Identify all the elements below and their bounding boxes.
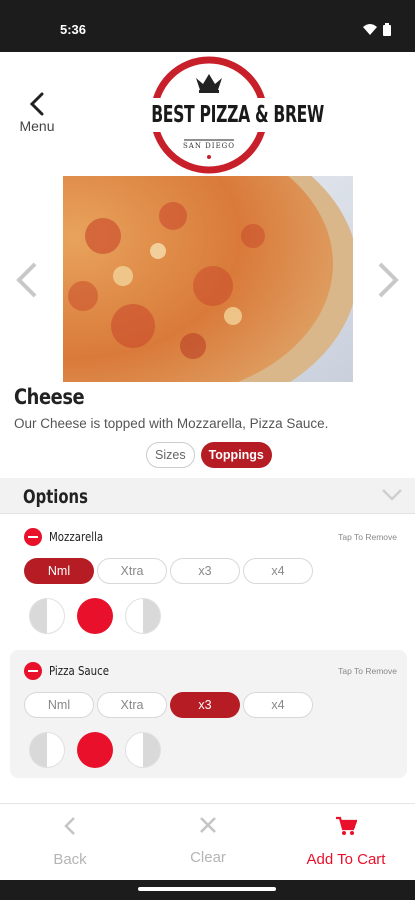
logo-wordmark: BEST PIZZA & BREW — [151, 102, 324, 128]
cart-icon — [336, 816, 358, 835]
logo-subtitle: SAN DIEGO — [182, 142, 236, 150]
chevron-left-icon — [64, 817, 75, 835]
options-segmented-control: Sizes Toppings — [146, 442, 272, 468]
topping-card-pizza-sauce: Pizza Sauce Tap To Remove Nml Xtra x3 x4 — [10, 650, 407, 778]
add-to-cart-button[interactable]: Add To Cart — [286, 816, 406, 868]
whole-coverage-icon[interactable] — [77, 732, 113, 768]
status-time: 5:36 — [60, 22, 87, 37]
tap-to-remove-hint[interactable]: Tap To Remove — [338, 666, 397, 676]
coverage-selector — [29, 732, 161, 768]
options-section-header[interactable]: Options — [0, 478, 415, 514]
gesture-bar — [0, 880, 415, 900]
whole-coverage-icon[interactable] — [77, 598, 113, 634]
topping-name: Mozzarella — [49, 530, 104, 544]
back-button[interactable]: Back — [10, 816, 130, 868]
clear-button[interactable]: Clear — [148, 816, 268, 866]
amount-option[interactable]: x4 — [243, 558, 313, 584]
tap-to-remove-hint[interactable]: Tap To Remove — [338, 532, 397, 542]
amount-option[interactable]: Nml — [24, 558, 94, 584]
menu-back-button[interactable]: Menu — [14, 92, 60, 134]
amount-option[interactable]: Xtra — [97, 692, 167, 718]
tab-toppings[interactable]: Toppings — [200, 442, 272, 468]
chevron-left-icon — [29, 92, 44, 116]
menu-back-label: Menu — [19, 118, 55, 134]
left-half-coverage-icon[interactable] — [29, 732, 65, 768]
remove-topping-icon[interactable] — [24, 662, 42, 680]
tab-sizes[interactable]: Sizes — [146, 442, 195, 468]
brand-logo: BEST PIZZA & BREW SAN DIEGO — [124, 56, 324, 174]
right-half-coverage-icon[interactable] — [125, 732, 161, 768]
close-icon — [200, 817, 216, 833]
clear-label: Clear — [190, 849, 226, 866]
topping-card-mozzarella: Mozzarella Tap To Remove Nml Xtra x3 x4 — [10, 516, 407, 646]
wifi-icon — [363, 24, 377, 35]
amount-option[interactable]: Xtra — [97, 558, 167, 584]
right-half-coverage-icon[interactable] — [125, 598, 161, 634]
battery-icon — [383, 23, 391, 36]
status-bar: 5:36 — [0, 0, 415, 52]
amount-option[interactable]: Nml — [24, 692, 94, 718]
back-label: Back — [53, 851, 87, 868]
previous-image-arrow-icon[interactable] — [15, 262, 39, 298]
home-indicator[interactable] — [138, 887, 276, 891]
bottom-action-bar: Back Clear Add To Cart — [0, 803, 415, 880]
amount-option[interactable]: x4 — [243, 692, 313, 718]
amount-option[interactable]: x3 — [170, 692, 240, 718]
item-description: Our Cheese is topped with Mozzarella, Pi… — [14, 416, 329, 431]
topping-name: Pizza Sauce — [49, 664, 110, 678]
next-image-arrow-icon[interactable] — [376, 262, 400, 298]
item-title: Cheese — [14, 385, 85, 409]
amount-selector: Nml Xtra x3 x4 — [24, 692, 313, 718]
chevron-down-icon[interactable] — [381, 488, 403, 502]
amount-option[interactable]: x3 — [170, 558, 240, 584]
amount-selector: Nml Xtra x3 x4 — [24, 558, 313, 584]
coverage-selector — [29, 598, 161, 634]
options-title: Options — [23, 486, 88, 508]
item-image — [63, 176, 353, 382]
status-icons — [363, 23, 391, 36]
left-half-coverage-icon[interactable] — [29, 598, 65, 634]
header: Menu BEST PIZZA & BREW SAN DIEGO — [0, 52, 415, 174]
add-to-cart-label: Add To Cart — [306, 851, 386, 868]
remove-topping-icon[interactable] — [24, 528, 42, 546]
